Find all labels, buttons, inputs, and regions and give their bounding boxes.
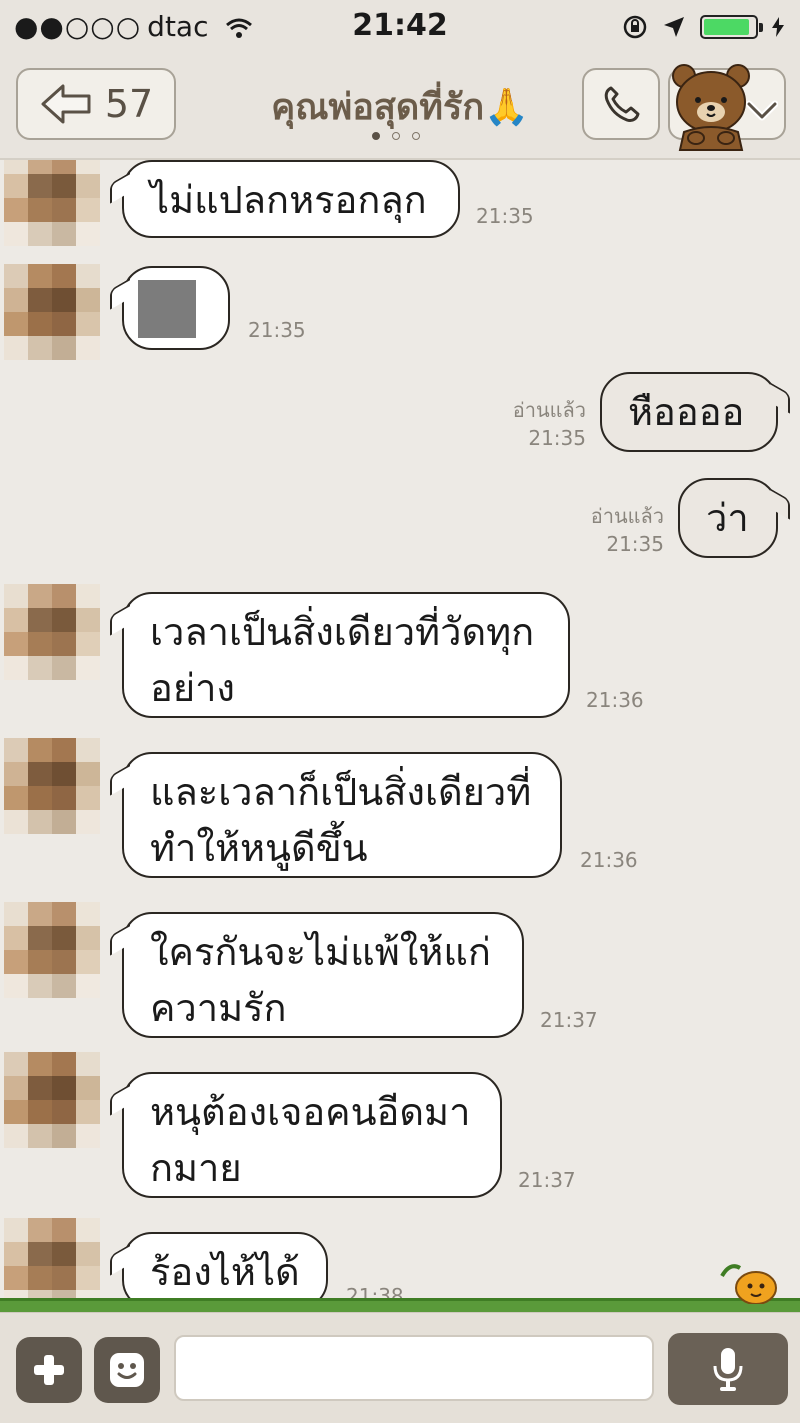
image-message-bubble[interactable] bbox=[122, 266, 230, 350]
read-label: อ่านแล้ว bbox=[590, 504, 664, 528]
message-composer bbox=[0, 1312, 800, 1423]
message-time: 21:35 bbox=[476, 204, 534, 228]
microphone-icon bbox=[713, 1348, 743, 1391]
contact-avatar[interactable] bbox=[4, 738, 100, 834]
sun-sticker-icon bbox=[720, 1264, 777, 1304]
grass-decoration bbox=[0, 1298, 800, 1313]
message-input[interactable] bbox=[174, 1335, 654, 1401]
message-text: ไม่แปลกหรอกลุก bbox=[150, 178, 427, 222]
page-indicator bbox=[372, 132, 420, 140]
message-time: 21:36 bbox=[580, 848, 638, 872]
contact-avatar[interactable] bbox=[4, 1218, 100, 1310]
add-attachment-button[interactable] bbox=[16, 1337, 82, 1403]
status-right bbox=[622, 10, 784, 44]
message-text: และเวลาก็เป็นสิ่งเดียวที่ ทำให้หนูดีขึ้น bbox=[150, 770, 532, 870]
message-bubble[interactable]: หืออออ bbox=[600, 372, 778, 452]
contact-avatar[interactable] bbox=[4, 1052, 100, 1148]
message-time: 21:37 bbox=[540, 1008, 598, 1032]
status-bar: ●●○○○ dtac 21:42 bbox=[0, 0, 800, 54]
back-arrow-icon bbox=[41, 84, 91, 124]
contact-avatar[interactable] bbox=[4, 160, 100, 246]
location-arrow-icon bbox=[664, 17, 684, 37]
brown-bear-icon bbox=[672, 64, 750, 151]
contact-avatar[interactable] bbox=[4, 902, 100, 998]
message-time: 21:35 bbox=[528, 426, 586, 450]
sticker-icon bbox=[110, 1353, 144, 1387]
message-time: 21:37 bbox=[518, 1168, 576, 1192]
charging-icon bbox=[772, 17, 784, 37]
message-bubble[interactable]: หนุต้องเจอคนอีดมา กมาย bbox=[122, 1072, 502, 1198]
message-bubble[interactable]: ใครกันจะไม่แพ้ให้แก่ ความรัก bbox=[122, 912, 524, 1038]
unread-count: 57 bbox=[104, 82, 154, 126]
page-dot bbox=[392, 132, 400, 140]
orientation-lock-icon bbox=[623, 15, 647, 39]
chat-title[interactable]: คุณพ่อสุดที่รัก🙏 bbox=[190, 78, 610, 135]
back-button[interactable]: 57 bbox=[16, 68, 176, 140]
message-bubble[interactable]: ว่า bbox=[678, 478, 778, 558]
message-bubble[interactable]: และเวลาก็เป็นสิ่งเดียวที่ ทำให้หนูดีขึ้น bbox=[122, 752, 562, 878]
message-bubble[interactable]: ไม่แปลกหรอกลุก bbox=[122, 160, 460, 238]
message-text: หนุต้องเจอคนอีดมา กมาย bbox=[150, 1090, 471, 1190]
message-text: หืออออ bbox=[628, 390, 745, 434]
image-thumbnail[interactable] bbox=[138, 280, 196, 338]
message-text: ว่า bbox=[706, 496, 749, 540]
message-time: 21:36 bbox=[586, 688, 644, 712]
plus-icon bbox=[34, 1355, 64, 1385]
page-dot bbox=[412, 132, 420, 140]
chat-header: 57 คุณพ่อสุดที่รัก🙏 bbox=[0, 54, 800, 160]
sticker-button[interactable] bbox=[94, 1337, 160, 1403]
chevron-down-icon bbox=[746, 100, 778, 121]
message-time: 21:35 bbox=[606, 532, 664, 556]
battery-indicator bbox=[700, 15, 763, 39]
read-label: อ่านแล้ว bbox=[512, 398, 586, 422]
page-dot bbox=[372, 132, 380, 140]
menu-button[interactable] bbox=[668, 64, 786, 151]
message-time: 21:35 bbox=[248, 318, 306, 342]
message-bubble[interactable]: เวลาเป็นสิ่งเดียวที่วัดทุก อย่าง bbox=[122, 592, 570, 718]
phone-icon bbox=[604, 86, 640, 122]
message-read-status: อ่านแล้ว 21:35 bbox=[560, 502, 664, 558]
message-text: เวลาเป็นสิ่งเดียวที่วัดทุก อย่าง bbox=[150, 610, 535, 710]
message-text: ใครกันจะไม่แพ้ให้แก่ ความรัก bbox=[150, 930, 491, 1030]
contact-avatar[interactable] bbox=[4, 264, 100, 360]
call-button[interactable] bbox=[582, 68, 660, 140]
chat-messages[interactable]: ไม่แปลกหรอกลุก 21:35 21:35 อ่านแล้ว 21:3… bbox=[0, 160, 800, 1310]
contact-avatar[interactable] bbox=[4, 584, 100, 680]
message-read-status: อ่านแล้ว 21:35 bbox=[480, 396, 586, 452]
voice-message-button[interactable] bbox=[668, 1333, 788, 1405]
